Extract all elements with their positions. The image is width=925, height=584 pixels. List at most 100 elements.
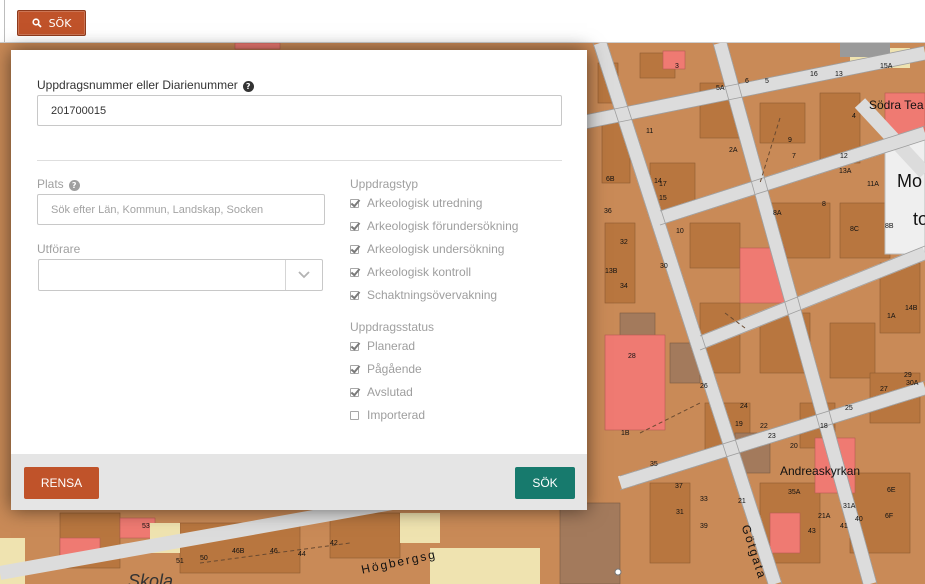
ref-number-input[interactable]: 201700015: [37, 95, 562, 126]
map-number: 34: [620, 283, 628, 290]
magnifier-icon: [31, 18, 42, 28]
search-button[interactable]: SÖK: [515, 467, 575, 499]
map-number: 12: [840, 153, 848, 160]
ref-label: Uppdragsnummer eller Diarienummer: [37, 78, 238, 92]
performer-dropdown-toggle[interactable]: [285, 260, 322, 290]
map-number: 31: [676, 509, 684, 516]
check-icon[interactable]: [350, 198, 359, 208]
map-number: 6E: [887, 487, 896, 494]
map-number: 7: [792, 153, 796, 160]
map-number: 50: [200, 555, 208, 562]
map-number: 35A: [788, 489, 801, 496]
map-number: 42: [330, 540, 338, 547]
check-icon[interactable]: [350, 387, 359, 397]
map-number: 9: [788, 137, 792, 144]
map-number: 1B: [621, 430, 630, 437]
type-label-text: Arkeologisk utredning: [367, 196, 483, 210]
question-circle-icon[interactable]: ?: [68, 180, 80, 191]
performer-select[interactable]: [38, 259, 323, 291]
map-number: 36: [604, 208, 612, 215]
status-label-text: Importerad: [367, 408, 426, 422]
open-search-button[interactable]: SÖK: [17, 10, 86, 36]
performer-label: Utförare: [37, 242, 81, 256]
map-number: 46B: [232, 548, 245, 555]
map-number: 51: [176, 558, 184, 565]
map-number: 18: [820, 423, 828, 430]
question-circle-icon[interactable]: ?: [242, 81, 254, 92]
status-checkbox-importerad[interactable]: Importerad: [350, 407, 425, 423]
map-number: 21: [738, 498, 746, 505]
map-number: 30: [660, 263, 668, 270]
check-icon[interactable]: [350, 267, 359, 277]
map-number: 40: [855, 516, 863, 523]
toolbar-edge: [4, 0, 5, 42]
clear-button[interactable]: RENSA: [24, 467, 99, 499]
type-checkbox-utredning[interactable]: Arkeologisk utredning: [350, 195, 482, 211]
map-number: 33: [700, 496, 708, 503]
map-number: 1A: [887, 313, 896, 320]
check-icon[interactable]: [350, 244, 359, 254]
status-label: Uppdragsstatus: [350, 320, 435, 334]
top-toolbar: SÖK: [0, 0, 925, 43]
map-number: 5A: [716, 85, 725, 92]
map-number: 37: [675, 483, 683, 490]
panel-footer: RENSA SÖK: [11, 454, 587, 510]
map-number: 13A: [839, 168, 852, 175]
map-label-andreaskyrkan: Andreaskyrkan: [780, 464, 861, 478]
status-label-text: Avslutad: [367, 385, 413, 399]
check-icon[interactable]: [350, 341, 359, 351]
map-number: 2A: [729, 147, 738, 154]
map-number: 35: [650, 461, 658, 468]
checkbox-empty-icon[interactable]: [350, 410, 359, 420]
map-number: 15: [659, 195, 667, 202]
check-icon[interactable]: [350, 290, 359, 300]
search-panel: Uppdragsnummer eller Diarienummer? 20170…: [11, 50, 587, 510]
map-label-mo: Mo: [897, 171, 923, 191]
map-number: 6B: [606, 176, 615, 183]
map-number: 46: [270, 548, 278, 555]
map-number: 6F: [885, 513, 894, 520]
map-number: 44: [298, 551, 306, 558]
map-number: 8A: [773, 210, 782, 217]
map-number: 15A: [880, 63, 893, 70]
map-number: 8C: [850, 226, 859, 233]
type-checkbox-kontroll[interactable]: Arkeologisk kontroll: [350, 264, 471, 280]
map-label-skola: Skola: [128, 571, 174, 584]
map-number: 16: [810, 71, 818, 78]
map-number: 3: [675, 63, 679, 70]
map-number: 19: [735, 421, 743, 428]
chevron-down-icon: [298, 271, 310, 279]
type-label-text: Arkeologisk undersökning: [367, 242, 505, 256]
map-number: 13B: [605, 268, 618, 275]
map-number: 26: [700, 383, 708, 390]
map-number: 30A: [906, 380, 919, 387]
type-checkbox-schaktning[interactable]: Schaktningsövervakning: [350, 287, 497, 303]
map-number: 29: [904, 372, 912, 379]
type-checkbox-undersokning[interactable]: Arkeologisk undersökning: [350, 241, 504, 257]
map-number: 41: [840, 523, 848, 530]
ref-label-row: Uppdragsnummer eller Diarienummer?: [37, 78, 254, 92]
map-number: 17: [659, 181, 667, 188]
type-label-text: Arkeologisk kontroll: [367, 265, 472, 279]
status-checkbox-avslutad[interactable]: Avslutad: [350, 384, 413, 400]
type-checkbox-forundersokning[interactable]: Arkeologisk förundersökning: [350, 218, 518, 234]
place-label: Plats: [37, 177, 64, 191]
map-number: 53: [142, 523, 150, 530]
map-number: 24: [740, 403, 748, 410]
map-number: 28: [628, 353, 636, 360]
map-number: 20: [790, 443, 798, 450]
map-number: 39: [700, 523, 708, 530]
type-label-text: Schaktningsövervakning: [367, 288, 498, 302]
status-checkbox-pagaende[interactable]: Pågående: [350, 361, 422, 377]
check-icon[interactable]: [350, 364, 359, 374]
map-number: 23: [768, 433, 776, 440]
map-number: 21A: [818, 513, 831, 520]
open-search-label: SÖK: [48, 16, 72, 30]
check-icon[interactable]: [350, 221, 359, 231]
map-number: 8B: [885, 223, 894, 230]
map-number: 6: [745, 78, 749, 85]
status-checkbox-planerad[interactable]: Planerad: [350, 338, 415, 354]
map-number: 31A: [843, 503, 856, 510]
place-input[interactable]: Sök efter Län, Kommun, Landskap, Socken: [37, 194, 325, 225]
status-label-text: Pågående: [367, 362, 422, 376]
